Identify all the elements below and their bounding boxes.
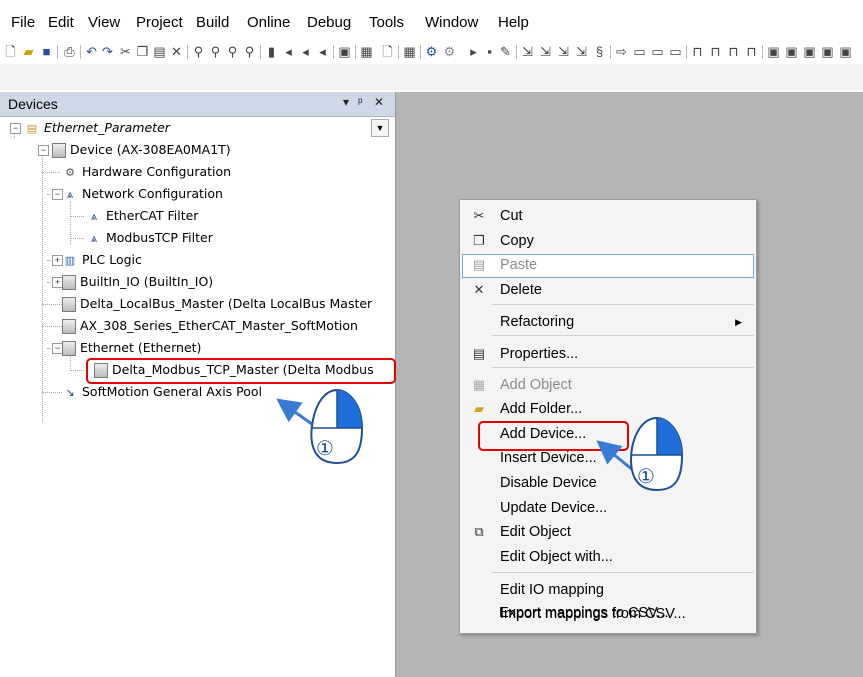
arrow-icon <box>596 440 635 473</box>
step-number-label: ① <box>316 436 334 460</box>
annotation-overlay <box>276 388 684 492</box>
arrow-icon <box>276 398 317 429</box>
step-number-label: ① <box>637 464 655 488</box>
